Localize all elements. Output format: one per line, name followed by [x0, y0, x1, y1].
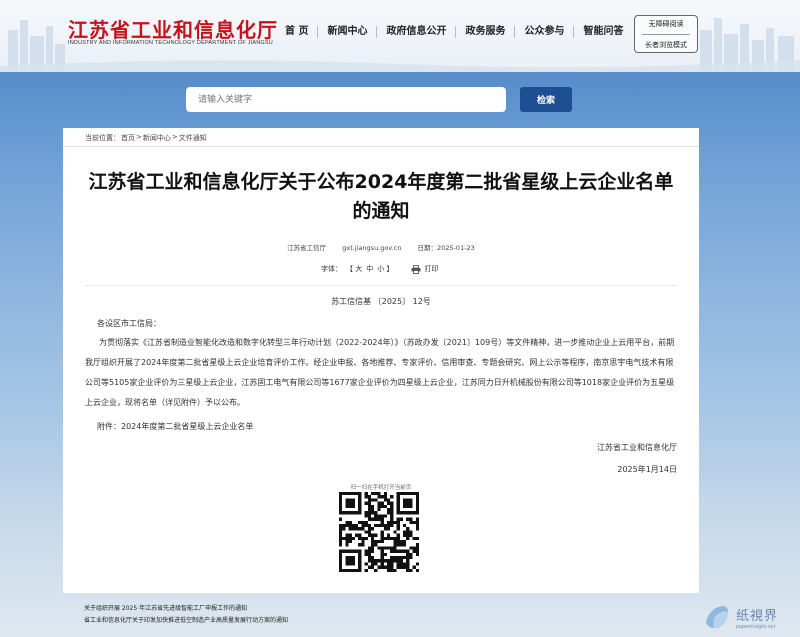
- print-button[interactable]: 打印: [411, 264, 438, 274]
- watermark: 纸視界 paperinsight.net: [702, 598, 798, 636]
- nav-item-services[interactable]: 政务服务: [456, 26, 516, 38]
- site-subtitle: INDUSTRY AND INFORMATION TECHNOLOGY DEPA…: [68, 40, 273, 46]
- related-link[interactable]: 关于组织开展 2025 年江苏省先进级智能工厂申报工作的通知: [84, 603, 288, 615]
- article-site: gxt.jiangsu.gov.cn: [342, 244, 402, 252]
- print-label: 打印: [424, 265, 439, 273]
- watermark-url: paperinsight.net: [736, 623, 776, 630]
- main-nav: 首 页 新闻中心 政府信息公开 政务服务 公众参与 智能问答: [276, 26, 632, 38]
- font-size-label: 字体：: [321, 265, 342, 273]
- font-size-controls: 字体： 【 大 中 小 】 打印: [321, 264, 438, 274]
- signature-organization: 江苏省工业和信息化厅: [597, 443, 677, 452]
- article-meta: 江苏省工信厅 gxt.jiangsu.gov.cn 日期：2025-01-23: [63, 242, 699, 252]
- printer-icon: [411, 264, 421, 274]
- search-button[interactable]: 检索: [520, 87, 572, 112]
- font-size-large[interactable]: 【 大: [346, 264, 362, 274]
- elder-mode-link[interactable]: 长者浏览模式: [645, 40, 687, 50]
- divider: [642, 33, 690, 35]
- barrier-free-link[interactable]: 无障碍阅读: [649, 19, 684, 29]
- watermark-name: 纸視界: [736, 608, 779, 624]
- nav-item-participation[interactable]: 公众参与: [515, 26, 575, 38]
- breadcrumb-separator: >: [171, 133, 178, 141]
- nav-item-news[interactable]: 新闻中心: [318, 26, 378, 38]
- related-link[interactable]: 省工业和信息化厅关于印发加快推进低空制造产业高质量发展行动方案的通知: [84, 615, 288, 627]
- breadcrumb-prefix: 当前位置：: [85, 134, 120, 142]
- article-title: 江苏省工业和信息化厅关于公布2024年度第二批省星级上云企业名单的通知: [88, 171, 674, 222]
- breadcrumb-home[interactable]: 首页: [121, 133, 135, 143]
- breadcrumb-separator: >: [136, 133, 142, 141]
- article-source: 江苏省工信厅: [287, 244, 327, 252]
- accessibility-box: 无障碍阅读 长者浏览模式: [634, 15, 698, 53]
- attachment-link[interactable]: 附件：2024年度第二批省星级上云企业名单: [97, 417, 693, 437]
- breadcrumb-notices[interactable]: 文件通知: [179, 133, 207, 143]
- nav-item-home[interactable]: 首 页: [276, 26, 319, 38]
- watermark-logo-icon: [706, 606, 728, 629]
- divider: [63, 146, 699, 147]
- nav-item-qa[interactable]: 智能问答: [574, 26, 632, 38]
- nav-item-gov-info[interactable]: 政府信息公开: [377, 26, 457, 38]
- document-number: 苏工信信基 〔2025〕 12号: [331, 297, 431, 306]
- salutation: 各设区市工信局：: [97, 319, 161, 328]
- article-panel: 当前位置： 首页 > 新闻中心 > 文件通知 江苏省工业和信息化厅关于公布202…: [63, 128, 699, 593]
- related-links: 关于组织开展 2025 年江苏省先进级智能工厂申报工作的通知 省工业和信息化厅关…: [84, 603, 288, 627]
- article-date: 日期：2025-01-23: [417, 244, 475, 252]
- breadcrumb-news[interactable]: 新闻中心: [143, 133, 171, 143]
- divider: [85, 285, 677, 286]
- signature-date: 2025年1月14日: [617, 465, 677, 474]
- qr-caption: 扫一扫在手机打开当前页: [350, 485, 412, 491]
- article-paragraph: 为贯彻落实《江苏省制造业智能化改造和数字化转型三年行动计划（2022-2024年…: [85, 338, 675, 407]
- site-header: 江苏省工业和信息化厅 INDUSTRY AND INFORMATION TECH…: [0, 0, 800, 72]
- search-input[interactable]: [186, 87, 506, 112]
- font-size-medium[interactable]: 中: [366, 264, 373, 274]
- font-size-small[interactable]: 小 】: [377, 264, 393, 274]
- qr-code: [339, 492, 419, 572]
- site-title[interactable]: 江苏省工业和信息化厅: [68, 14, 278, 43]
- breadcrumb: 当前位置： 首页 > 新闻中心 > 文件通知: [85, 133, 207, 143]
